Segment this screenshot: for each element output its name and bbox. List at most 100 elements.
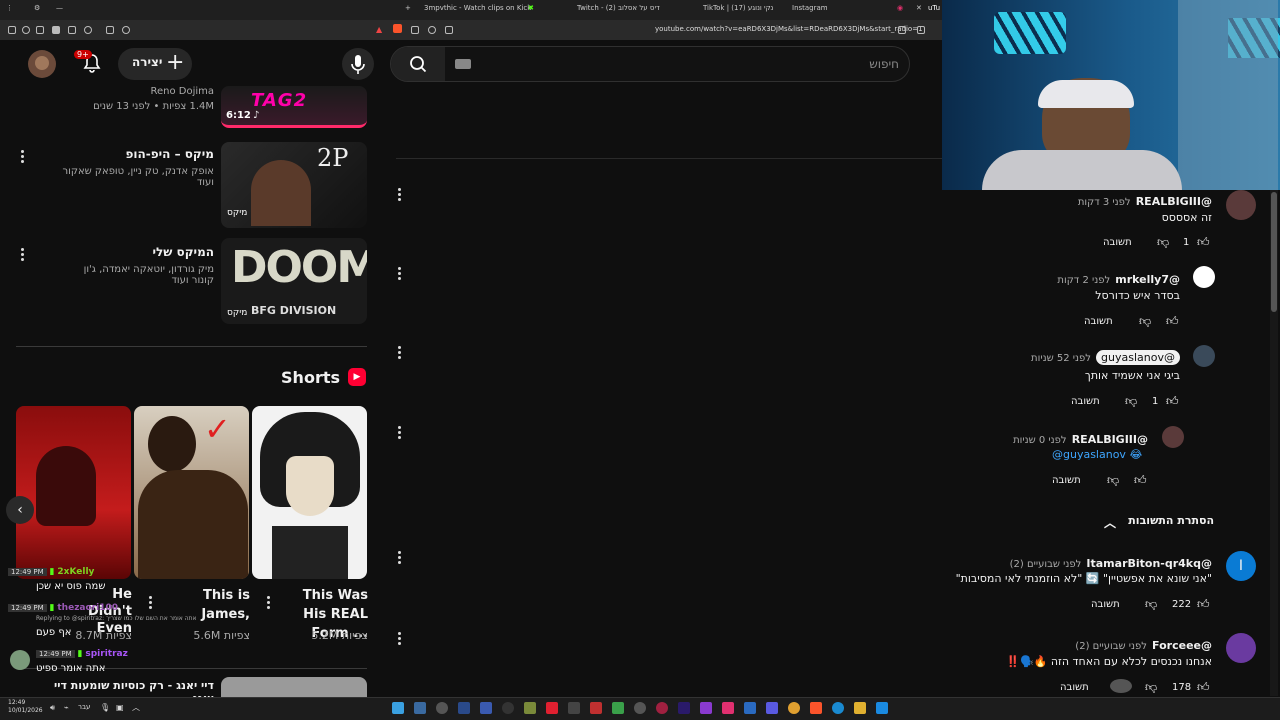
comment-author[interactable]: @Forceee — [1152, 639, 1212, 652]
chatgpt-icon[interactable] — [634, 702, 646, 714]
playlist-thumbnail-3[interactable]: DOOM BFG DIVISION מיקס — [221, 238, 367, 324]
app-icon[interactable] — [458, 702, 470, 714]
dislike-icon[interactable]: 👎︎ — [1145, 680, 1157, 695]
comment-author[interactable]: @ItamarBiton-qr4kq — [1086, 557, 1212, 570]
like-icon[interactable]: 👍︎ — [1166, 314, 1179, 329]
shorts-prev-button[interactable]: ‹ — [6, 496, 34, 524]
app-icon[interactable] — [546, 702, 558, 714]
next-video-thumbnail[interactable] — [221, 677, 367, 697]
like-icon[interactable]: 👍︎ — [1197, 235, 1210, 250]
app-icon[interactable] — [414, 702, 426, 714]
app-icon[interactable] — [480, 702, 492, 714]
volume-icon[interactable]: 🔊︎ — [50, 703, 55, 713]
more-options-icon[interactable] — [266, 594, 270, 611]
more-options-icon[interactable] — [148, 594, 152, 611]
short-thumbnail-3[interactable] — [252, 406, 367, 579]
edit-icon[interactable] — [411, 26, 419, 34]
file-explorer-icon[interactable] — [854, 702, 866, 714]
comment-avatar[interactable] — [1226, 633, 1256, 663]
dislike-icon[interactable]: 👎︎ — [1139, 314, 1151, 329]
tray-app-icon[interactable]: ▣ — [116, 703, 124, 712]
dislike-icon[interactable]: 👎︎ — [1145, 597, 1157, 612]
shield-icon[interactable] — [22, 26, 30, 34]
comment-text-mention[interactable]: @guyaslanov 😂 — [1052, 448, 1152, 461]
app-icon[interactable] — [722, 702, 734, 714]
tab-kick[interactable]: 3mpvthic - Watch clips on Kick — [424, 4, 531, 12]
playlist-item-1-info[interactable]: Reno Dojima 1.4M צפיות • לפני 13 שנים — [80, 86, 214, 112]
dislike-icon[interactable]: 👎︎ — [1125, 394, 1137, 409]
search-input[interactable]: חיפוש — [869, 57, 899, 71]
sidebar-icon[interactable] — [8, 26, 16, 34]
edge-icon[interactable] — [832, 702, 844, 714]
brave-icon[interactable] — [393, 24, 402, 33]
reply-button[interactable]: תשובה — [1091, 599, 1120, 610]
more-options-icon[interactable] — [20, 246, 24, 263]
app-icon[interactable] — [524, 702, 536, 714]
app-icon[interactable] — [590, 702, 602, 714]
more-options-icon[interactable] — [20, 148, 24, 165]
like-icon-filled[interactable]: 👍︎ — [1166, 394, 1179, 409]
more-options-icon[interactable] — [397, 630, 401, 647]
more-options-icon[interactable] — [397, 344, 401, 361]
chevron-up-icon[interactable]: ︿ — [132, 702, 140, 713]
extensions-icon[interactable]: ⚙ — [34, 4, 40, 12]
short-thumbnail-1[interactable] — [16, 406, 131, 579]
comment-author[interactable]: @REALBIGIII — [1136, 195, 1212, 208]
avatar[interactable] — [28, 50, 56, 78]
new-tab-button[interactable]: + — [405, 4, 411, 12]
comment-avatar[interactable] — [1193, 266, 1215, 288]
reply-button[interactable]: תשובה — [1052, 475, 1081, 486]
playlist-thumbnail-1[interactable]: TAG2 6:12 ♪ — [221, 86, 367, 128]
clock[interactable]: 12:49 10/01/2026 — [8, 699, 43, 715]
zoom-icon[interactable] — [428, 26, 436, 34]
url-text[interactable]: youtube.com/watch?v=eaRD6X3DjMs&list=RDe… — [655, 25, 923, 33]
reply-button[interactable]: תשובה — [1071, 396, 1100, 407]
brave-taskbar-icon[interactable] — [810, 702, 822, 714]
more-options-icon[interactable] — [397, 549, 401, 566]
app-icon[interactable] — [700, 702, 712, 714]
comment-avatar[interactable]: I — [1226, 551, 1256, 581]
start-icon[interactable] — [876, 702, 888, 714]
premiere-icon[interactable] — [678, 702, 690, 714]
hide-replies-button[interactable]: ︿ הסתרת התשובות — [1104, 514, 1214, 531]
discord-icon[interactable] — [766, 702, 778, 714]
create-button[interactable]: יצירה + — [118, 48, 192, 80]
bookmark-icon[interactable] — [917, 26, 925, 34]
comment-avatar[interactable] — [1162, 426, 1184, 448]
network-icon[interactable]: ⌁ — [64, 703, 69, 712]
cast-icon[interactable] — [445, 26, 453, 34]
comment-author[interactable]: @mrkelly7 — [1115, 273, 1180, 286]
menu-icon[interactable]: ⋮ — [6, 4, 13, 12]
like-icon[interactable]: 👍︎ — [1197, 597, 1210, 612]
tab-twitch[interactable]: Twitch - (2) דיס על אסלוב — [577, 4, 660, 12]
more-options-icon[interactable] — [397, 424, 401, 441]
voice-search-button[interactable] — [342, 48, 374, 80]
app-icon[interactable] — [612, 702, 624, 714]
settings-icon[interactable] — [122, 26, 130, 34]
dislike-icon[interactable]: 👎︎ — [1157, 235, 1169, 250]
more-options-icon[interactable] — [397, 265, 401, 282]
comment-avatar[interactable] — [1193, 345, 1215, 367]
notifications-button[interactable]: 9+ — [74, 50, 104, 76]
panel-icon[interactable] — [36, 26, 44, 34]
app-icon[interactable] — [568, 702, 580, 714]
keyboard-icon[interactable] — [455, 59, 471, 69]
scrollbar-track[interactable] — [1270, 190, 1278, 696]
like-icon[interactable]: 👍︎ — [1197, 680, 1210, 695]
comment-author-highlighted[interactable]: @guyaslanov — [1096, 350, 1180, 365]
app-icon[interactable] — [656, 702, 668, 714]
share-icon[interactable] — [898, 26, 906, 34]
more-options-icon[interactable] — [397, 186, 401, 203]
like-icon[interactable]: 👍︎ — [1134, 473, 1147, 488]
playlist-item-3-info[interactable]: המיקס שלי מיק גורדון, יוטאקה יאמדה, ג'ון… — [60, 245, 214, 286]
close-tab-icon[interactable]: ✕ — [916, 4, 922, 12]
reply-button[interactable]: תשובה — [1084, 316, 1113, 327]
search-button[interactable] — [391, 47, 445, 81]
search-bar[interactable]: חיפוש — [390, 46, 910, 82]
app-icon[interactable] — [744, 702, 756, 714]
reply-button[interactable]: תשובה — [1103, 237, 1132, 248]
chrome-icon[interactable] — [788, 702, 800, 714]
language-indicator[interactable]: עבר — [78, 703, 90, 711]
scrollbar-thumb[interactable] — [1271, 192, 1277, 312]
app-icon[interactable] — [502, 702, 514, 714]
